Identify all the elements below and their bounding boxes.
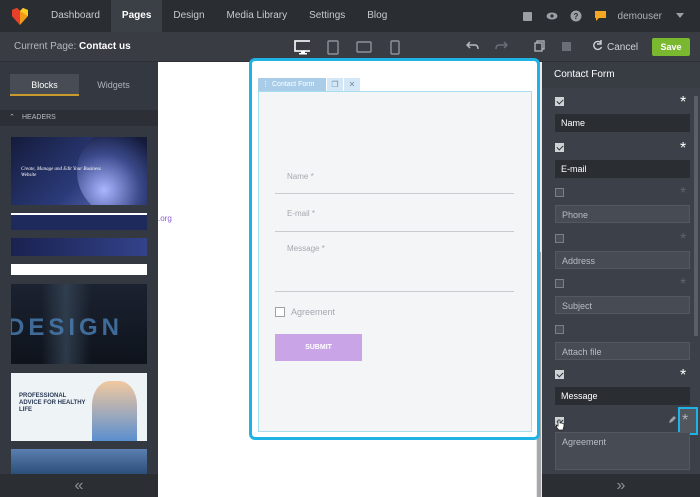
book-icon[interactable] [522,10,534,22]
pencil-icon[interactable] [668,415,677,427]
cancel-button[interactable]: Cancel [592,40,638,54]
tab-blocks[interactable]: Blocks [10,74,79,96]
form-field-message[interactable]: Message * [275,244,514,292]
agreement-box[interactable] [275,307,285,317]
field-enable-checkbox-attach-file[interactable] [555,325,564,334]
contact-form-tab-label: Contact Form [272,81,315,88]
svg-text:?: ? [573,12,578,21]
app-logo[interactable] [0,0,40,32]
canvas-side-text: .org [158,214,172,223]
required-star-icon[interactable]: * [680,232,686,248]
undo-icon[interactable] [465,40,479,55]
header-thumb-6[interactable]: PROFESSIONAL ADVICE FOR HEALTHY LIFE [11,373,147,441]
name-placeholder: Name * [287,172,314,181]
field-enable-checkbox-name[interactable] [555,97,564,106]
double-chevron-right-icon: » [616,477,626,494]
username[interactable]: demouser [618,11,662,22]
field-enable-checkbox-message[interactable] [555,370,564,379]
top-navbar: Dashboard Pages Design Media Library Set… [0,0,700,32]
field-enable-checkbox-email[interactable] [555,143,564,152]
submit-button[interactable]: SUBMIT [275,334,362,361]
section-label: HEADERS [22,114,56,121]
mobile-view-icon[interactable] [387,39,403,55]
required-star-icon[interactable]: * [680,186,686,202]
help-icon[interactable]: ? [570,10,582,22]
contact-form-tab[interactable]: ⋮ Contact Form [258,78,326,91]
nav-pages[interactable]: Pages [110,0,163,32]
settings-scrollbar[interactable] [694,96,698,336]
agreement-label: Agreement [291,307,336,317]
nav-media-library[interactable]: Media Library [216,0,299,32]
tab-widgets[interactable]: Widgets [79,74,148,96]
nav-blog[interactable]: Blog [356,0,398,32]
paste-icon[interactable] [561,40,572,55]
eye-icon[interactable] [546,10,558,22]
save-button[interactable]: Save [652,38,690,56]
field-label-address[interactable]: Address [555,251,690,269]
desktop-view-icon[interactable] [294,39,310,54]
required-star-icon[interactable]: * [680,368,686,384]
field-label-email[interactable]: E-mail [555,160,690,178]
close-icon[interactable]: ✕ [343,78,360,91]
agreement-checkbox[interactable]: Agreement [275,307,335,317]
required-star-icon[interactable]: * [680,95,686,111]
field-label-attach-file[interactable]: Attach file [555,342,690,360]
field-label-agreement[interactable]: Agreement [555,432,690,470]
cancel-label: Cancel [607,41,639,53]
chevron-up-icon: ⌃ [9,114,15,121]
expand-right-button[interactable]: » [542,474,700,497]
thumb-design-text: DESIGN [11,314,124,341]
tablet-view-icon[interactable] [325,39,341,55]
field-label-name[interactable]: Name [555,114,690,132]
field-label-message[interactable]: Message [555,387,690,405]
required-star-icon[interactable]: * [680,277,686,293]
nav-settings[interactable]: Settings [298,0,356,32]
required-star-icon[interactable]: * [680,141,686,157]
message-placeholder: Message * [287,244,325,253]
thumb-advice-text: PROFESSIONAL ADVICE FOR HEALTHY LIFE [19,393,86,413]
header-thumb-5[interactable]: DESIGN [11,284,147,364]
header-thumb-1[interactable]: Create, Manage and Edit Your Business We… [11,137,147,205]
field-label-phone[interactable]: Phone [555,205,690,223]
field-enable-checkbox-address[interactable] [555,234,564,243]
required-star-icon[interactable]: * [682,413,688,429]
redo-icon[interactable] [495,40,509,55]
nav-dashboard[interactable]: Dashboard [40,0,111,32]
contact-form-toolbar: ⋮ Contact Form ❐ ✕ [258,78,360,91]
duplicate-icon[interactable]: ❐ [326,78,343,91]
chat-icon[interactable] [594,10,606,22]
current-page-label: Current Page: [14,41,77,52]
header-thumb-3[interactable] [11,238,147,256]
field-label-subject[interactable]: Subject [555,296,690,314]
double-chevron-left-icon: « [74,477,84,494]
form-settings-title: Contact Form [554,69,615,80]
chevron-down-icon[interactable] [674,10,686,22]
copy-icon[interactable] [534,40,545,55]
email-placeholder: E-mail * [287,209,316,218]
form-field-email[interactable]: E-mail * [275,209,514,232]
form-field-name[interactable]: Name * [275,172,514,194]
nav-design[interactable]: Design [162,0,215,32]
field-enable-checkbox-subject[interactable] [555,279,564,288]
current-page-value[interactable]: Contact us [79,41,131,52]
header-thumb-2[interactable] [11,213,147,230]
field-enable-checkbox-phone[interactable] [555,188,564,197]
drag-handle-icon: ⋮ [262,81,269,88]
section-headers[interactable]: ⌃ HEADERS [0,110,158,126]
header-thumb-4[interactable] [11,264,147,275]
collapse-left-button[interactable]: « [0,474,158,497]
refresh-icon [592,40,603,54]
tablet-landscape-view-icon[interactable] [356,40,372,54]
header-thumb-7[interactable] [11,449,147,474]
thumb-headline: Create, Manage and Edit Your Business We… [21,167,101,178]
